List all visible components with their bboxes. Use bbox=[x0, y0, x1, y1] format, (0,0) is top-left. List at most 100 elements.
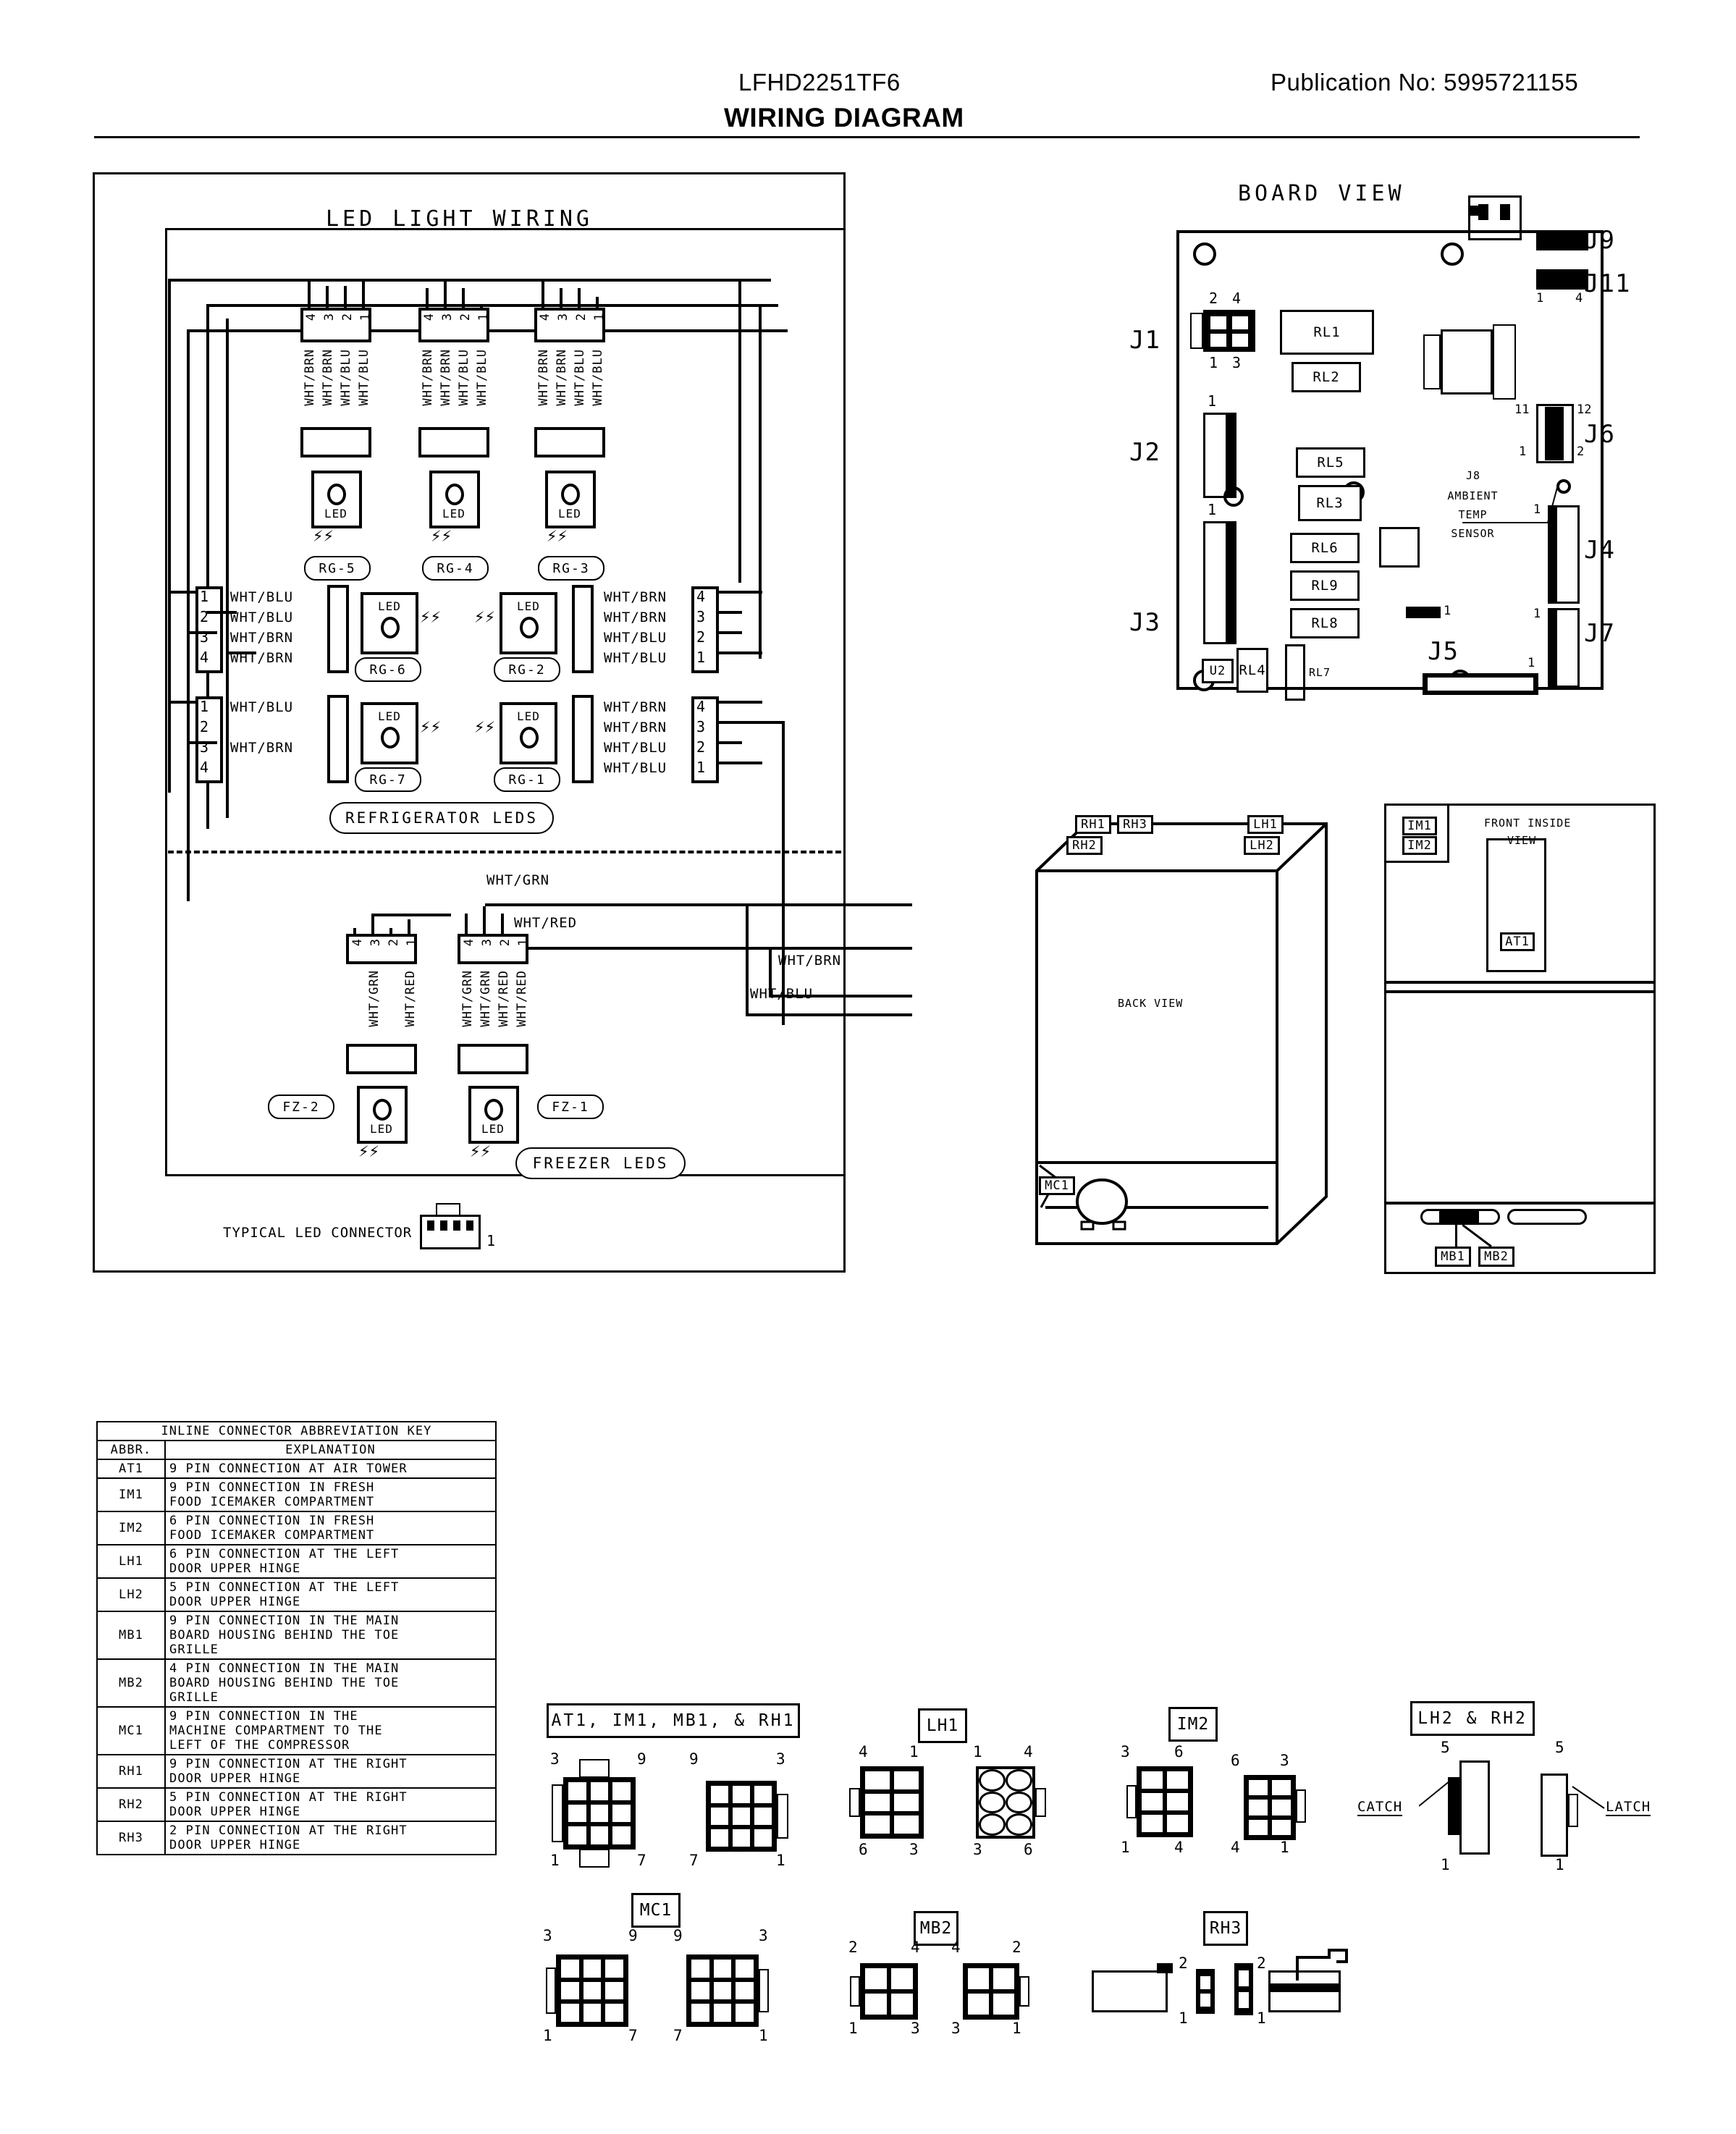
j8-label-line3: TEMP bbox=[1458, 508, 1488, 521]
j8-label-line4: SENSOR bbox=[1451, 527, 1495, 540]
key-table-title: INLINE CONNECTOR ABBREVIATION KEY bbox=[96, 1421, 497, 1441]
bus-label-wht-grn: WHT/GRN bbox=[486, 872, 550, 888]
board-label-j11: J11 bbox=[1584, 269, 1631, 298]
relay-rl5: RL5 bbox=[1296, 447, 1365, 478]
bus-drop-4 bbox=[226, 319, 229, 818]
front-tag-at1: AT1 bbox=[1500, 932, 1535, 951]
table-row: AT1 9 PIN CONNECTION AT AIR TOWER bbox=[96, 1459, 497, 1479]
key-explanation: 2 PIN CONNECTION AT THE RIGHT DOOR UPPER … bbox=[164, 1821, 497, 1855]
inline-connector-key-table: INLINE CONNECTOR ABBREVIATION KEY ABBR. EX… bbox=[96, 1421, 497, 1855]
board-label-j4: J4 bbox=[1584, 536, 1615, 565]
front-tag-im2: IM2 bbox=[1402, 836, 1437, 855]
front-toe-grille bbox=[1439, 1209, 1479, 1225]
table-row: RH3 2 PIN CONNECTION AT THE RIGHT DOOR UPP… bbox=[96, 1821, 497, 1855]
back-tag-lh2: LH2 bbox=[1244, 836, 1280, 855]
table-row: RH1 9 PIN CONNECTION AT THE RIGHT DOOR UPP… bbox=[96, 1754, 497, 1789]
table-row: IM2 6 PIN CONNECTION IN FRESH FOOD ICEMAKE… bbox=[96, 1511, 497, 1545]
key-explanation: 9 PIN CONNECTION IN THE MACHINE COMPARTME… bbox=[164, 1706, 497, 1755]
board-label-j9: J9 bbox=[1584, 226, 1615, 255]
freezer-leds-label: FREEZER LEDS bbox=[515, 1147, 686, 1179]
board-view-title: BOARD VIEW bbox=[1238, 181, 1405, 206]
front-tag-im1: IM1 bbox=[1402, 817, 1437, 835]
j9-pin-a bbox=[1478, 204, 1488, 220]
led-branch-fz1: 4 3 2 1 WHT/GRN WHT/GRN WHT/RED WHT/RED … bbox=[0, 0, 604, 1161]
mount-hole-2 bbox=[1441, 242, 1464, 266]
back-tag-mc1: MC1 bbox=[1039, 1176, 1075, 1195]
rh3-label: RH3 bbox=[1203, 1911, 1248, 1946]
j11-pin-1: 1 bbox=[1536, 291, 1544, 305]
board-label-j3: J3 bbox=[1129, 608, 1160, 637]
key-abbr: RH1 bbox=[96, 1754, 166, 1789]
key-table-header-row: ABBR. EXPLANATION bbox=[96, 1440, 497, 1460]
small-header-pin: 1 bbox=[1444, 604, 1451, 618]
key-abbr: MC1 bbox=[96, 1706, 166, 1755]
key-col-explanation: EXPLANATION bbox=[164, 1440, 497, 1460]
key-explanation: 6 PIN CONNECTION IN FRESH FOOD ICEMAKER C… bbox=[164, 1511, 497, 1545]
relay-rl9: RL9 bbox=[1290, 570, 1360, 601]
table-row: MB2 4 PIN CONNECTION IN THE MAIN BOARD HOU… bbox=[96, 1658, 497, 1708]
mc1-label: MC1 bbox=[631, 1893, 681, 1928]
relay-rl2: RL2 bbox=[1292, 362, 1361, 392]
key-explanation: 5 PIN CONNECTION AT THE LEFT DOOR UPPER H… bbox=[164, 1577, 497, 1612]
refrigerator-leds-label: REFRIGERATOR LEDS bbox=[329, 802, 554, 834]
board-label-j6: J6 bbox=[1584, 420, 1615, 449]
mount-hole-1 bbox=[1193, 242, 1216, 266]
connector-j11 bbox=[1536, 269, 1588, 290]
key-abbr: RH2 bbox=[96, 1787, 166, 1822]
latch-leader bbox=[1572, 1786, 1605, 1809]
front-view-label-1: FRONT INSIDE bbox=[1484, 817, 1572, 830]
front-tag-mb2: MB2 bbox=[1478, 1247, 1514, 1267]
board-label-j7: J7 bbox=[1584, 619, 1615, 648]
front-view-label-2: VIEW bbox=[1507, 834, 1537, 847]
small-header bbox=[1406, 607, 1441, 618]
board-label-j2: J2 bbox=[1129, 438, 1160, 467]
back-tag-rh3: RH3 bbox=[1117, 815, 1153, 834]
section-divider bbox=[168, 851, 841, 853]
key-abbr: IM1 bbox=[96, 1477, 166, 1512]
relay-rl7: RL7 bbox=[1309, 666, 1331, 679]
key-abbr: MB2 bbox=[96, 1658, 166, 1708]
relay-rl3: RL3 bbox=[1298, 485, 1362, 521]
ic-u2: U2 bbox=[1202, 659, 1234, 683]
board-label-j5: J5 bbox=[1428, 637, 1459, 666]
table-row: MC1 9 PIN CONNECTION IN THE MACHINE COMPAR… bbox=[96, 1706, 497, 1755]
lh1-label: LH1 bbox=[918, 1708, 967, 1743]
front-tag-mb1: MB1 bbox=[1435, 1247, 1471, 1267]
mb2-leader bbox=[1462, 1223, 1492, 1248]
table-row: MB1 9 PIN CONNECTION IN THE MAIN BOARD HOU… bbox=[96, 1611, 497, 1660]
header-divider bbox=[94, 136, 1640, 138]
key-explanation: 5 PIN CONNECTION AT THE RIGHT DOOR UPPER … bbox=[164, 1787, 497, 1822]
front-shelf-2 bbox=[1507, 1209, 1587, 1225]
key-explanation: 4 PIN CONNECTION IN THE MAIN BOARD HOUSIN… bbox=[164, 1658, 497, 1708]
table-row: LH1 6 PIN CONNECTION AT THE LEFT DOOR UPPE… bbox=[96, 1544, 497, 1579]
page-title: WIRING DIAGRAM bbox=[724, 103, 964, 132]
relay-rl6: RL6 bbox=[1290, 533, 1360, 563]
group1-label: AT1, IM1, MB1, & RH1 bbox=[547, 1703, 800, 1738]
key-table-title-row: INLINE CONNECTOR ABBREVIATION KEY bbox=[96, 1421, 497, 1441]
back-tag-rh2: RH2 bbox=[1066, 836, 1103, 855]
bus-label-wht-brn: WHT/BRN bbox=[778, 953, 842, 969]
im2-label: IM2 bbox=[1168, 1707, 1218, 1742]
key-abbr: MB1 bbox=[96, 1611, 166, 1660]
typical-led-connector-label: TYPICAL LED CONNECTOR bbox=[223, 1225, 413, 1241]
key-explanation: 9 PIN CONNECTION IN THE MAIN BOARD HOUSIN… bbox=[164, 1611, 497, 1660]
catch-label: CATCH bbox=[1357, 1799, 1403, 1816]
bus-drop-3 bbox=[187, 329, 190, 901]
j8-label-line1: J8 bbox=[1465, 469, 1481, 482]
back-tag-lh1: LH1 bbox=[1247, 815, 1284, 834]
table-row: LH2 5 PIN CONNECTION AT THE LEFT DOOR UPPE… bbox=[96, 1577, 497, 1612]
bus-drop-1 bbox=[168, 279, 171, 793]
key-explanation: 6 PIN CONNECTION AT THE LEFT DOOR UPPER H… bbox=[164, 1544, 497, 1579]
connector-j9 bbox=[1536, 230, 1588, 250]
model-number: LFHD2251TF6 bbox=[738, 69, 901, 96]
relay-rl1: RL1 bbox=[1280, 310, 1374, 355]
relay-rl7-body bbox=[1285, 644, 1305, 701]
bus-label-wht-red: WHT/RED bbox=[514, 915, 578, 931]
key-abbr: LH1 bbox=[96, 1544, 166, 1579]
lh2rh2-label: LH2 & RH2 bbox=[1410, 1701, 1535, 1736]
bus-label-wht-blu: WHT/BLU bbox=[750, 986, 814, 1002]
board-label-j1: J1 bbox=[1129, 326, 1160, 355]
back-view-label: BACK VIEW bbox=[1118, 997, 1184, 1010]
key-abbr: IM2 bbox=[96, 1511, 166, 1545]
relay-rl8: RL8 bbox=[1290, 608, 1360, 638]
